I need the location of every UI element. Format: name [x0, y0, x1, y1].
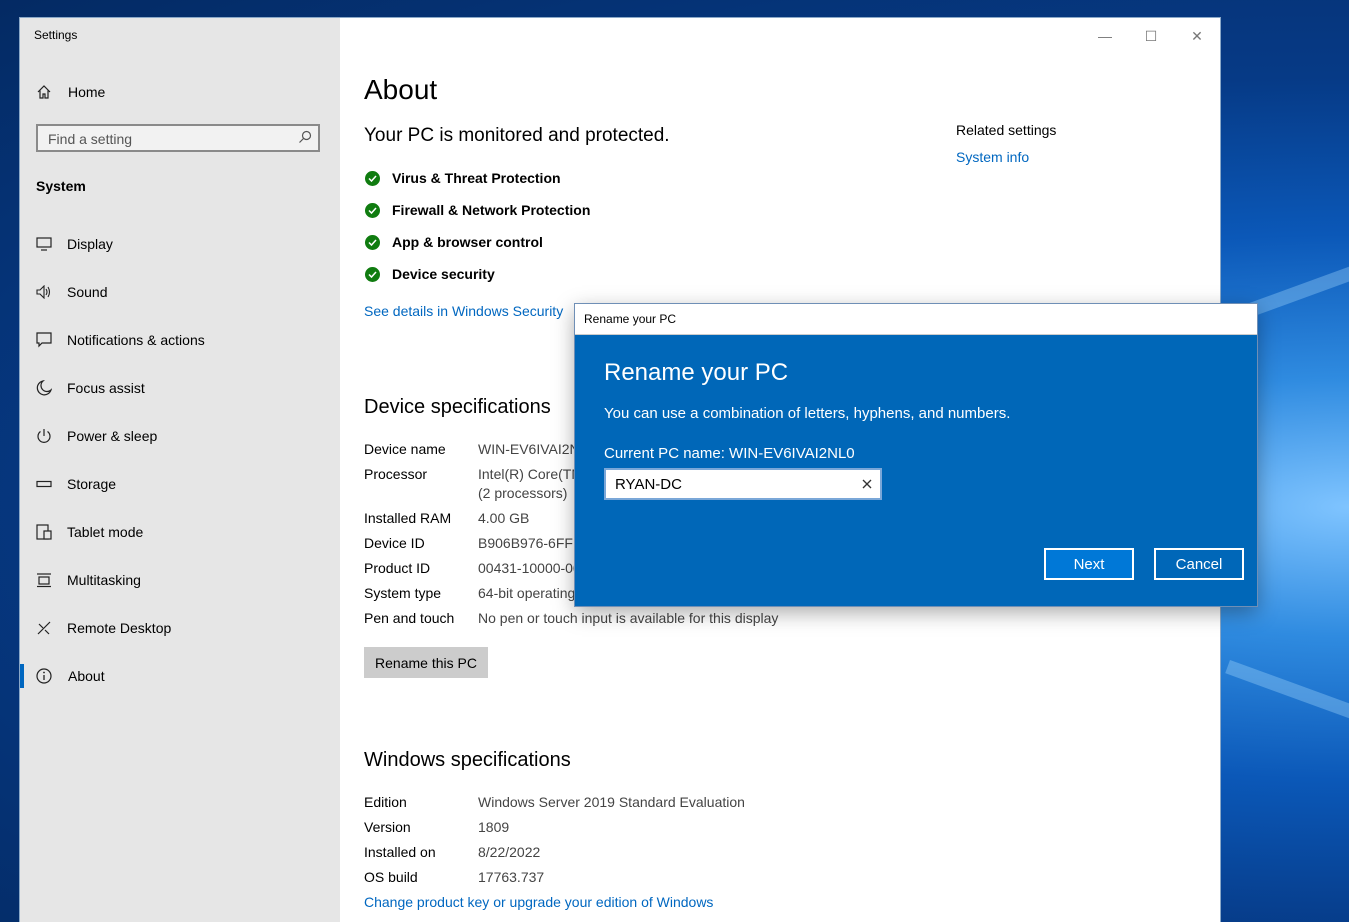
related-settings-title: Related settings [956, 122, 1057, 138]
spec-value: Windows Server 2019 Standard Evaluation [478, 794, 745, 810]
sidebar-item-label: Sound [67, 284, 108, 300]
device-specs-heading: Device specifications [364, 396, 551, 418]
display-icon [35, 235, 53, 253]
sidebar-item-remote-desktop[interactable]: Remote Desktop [20, 608, 340, 648]
sidebar-item-display[interactable]: Display [20, 224, 340, 264]
spec-value: WIN-EV6IVAI2N [478, 441, 580, 457]
sidebar-item-focus-assist[interactable]: Focus assist [20, 368, 340, 408]
section-label-system: System [36, 178, 86, 194]
spec-value: 4.00 GB [478, 510, 530, 526]
multitasking-icon [35, 571, 53, 589]
system-info-link[interactable]: System info [956, 149, 1029, 165]
dialog-body: Rename your PC You can use a combination… [575, 335, 1257, 606]
spec-key: System type [364, 585, 442, 601]
sidebar-item-label: Notifications & actions [67, 332, 205, 348]
current-pc-name: Current PC name: WIN-EV6IVAI2NL0 [604, 445, 855, 462]
sidebar-item-storage[interactable]: Storage [20, 464, 340, 504]
storage-icon [35, 475, 53, 493]
spec-key: OS build [364, 869, 418, 885]
spec-value: Intel(R) Core(TM [478, 466, 584, 482]
next-button[interactable]: Next [1044, 548, 1134, 580]
checkmark-icon [365, 234, 380, 250]
window-title: Settings [34, 28, 78, 42]
windows-specs-heading: Windows specifications [364, 749, 571, 771]
protection-item: Virus & Threat Protection [364, 168, 561, 188]
sidebar-item-multitasking[interactable]: Multitasking [20, 560, 340, 600]
sidebar-item-label: Storage [67, 476, 117, 492]
spec-key: Device name [364, 441, 446, 457]
spec-key: Version [364, 819, 411, 835]
sidebar-item-notifications[interactable]: Notifications & actions [20, 320, 340, 360]
spec-value-line2: (2 processors) [478, 485, 568, 501]
sidebar-item-about[interactable]: About [20, 656, 340, 696]
sidebar-item-label: Home [68, 84, 106, 100]
sidebar-item-label: Display [67, 236, 113, 252]
active-indicator [20, 664, 24, 688]
protection-heading: Your PC is monitored and protected. [364, 125, 670, 146]
spec-value: 8/22/2022 [478, 844, 541, 860]
sidebar-item-label: Power & sleep [67, 428, 158, 444]
spec-key: Processor [364, 466, 428, 482]
windows-security-link[interactable]: See details in Windows Security [364, 303, 563, 319]
sidebar: Settings Home System Display Sound Notif… [20, 18, 340, 922]
wallpaper-light-beam [1225, 660, 1349, 728]
change-product-key-link[interactable]: Change product key or upgrade your editi… [364, 894, 713, 910]
spec-value: 64-bit operating [478, 585, 576, 601]
protection-item-label: App & browser control [392, 234, 543, 250]
sidebar-item-tablet-mode[interactable]: Tablet mode [20, 512, 340, 552]
search-box[interactable] [36, 124, 320, 152]
spec-key: Product ID [364, 560, 431, 576]
spec-value: 00431-10000-00 [478, 560, 581, 576]
protection-item: Firewall & Network Protection [364, 200, 590, 220]
new-pc-name-input[interactable] [615, 475, 845, 493]
spec-key: Edition [364, 794, 407, 810]
spec-value: B906B976-6FF1- [478, 535, 586, 551]
sidebar-item-label: Focus assist [67, 380, 145, 396]
checkmark-icon [365, 170, 380, 186]
checkmark-icon [365, 266, 380, 282]
spec-value: No pen or touch input is available for t… [478, 610, 779, 626]
protection-item-label: Virus & Threat Protection [392, 170, 561, 186]
sidebar-item-label: Tablet mode [67, 524, 144, 540]
dialog-window-title: Rename your PC [584, 312, 677, 326]
sound-icon [35, 283, 53, 301]
spec-key: Pen and touch [364, 610, 455, 626]
search-icon[interactable] [298, 130, 312, 144]
notifications-icon [35, 331, 53, 349]
sidebar-item-label: Remote Desktop [67, 620, 172, 636]
info-icon [35, 667, 53, 685]
rename-pc-button[interactable]: Rename this PC [364, 647, 488, 678]
rename-pc-dialog: Rename your PC Rename your PC You can us… [575, 304, 1257, 606]
tablet-icon [35, 523, 53, 541]
protection-item-label: Device security [392, 266, 495, 282]
cancel-button[interactable]: Cancel [1154, 548, 1244, 580]
protection-item: App & browser control [364, 232, 543, 252]
sidebar-item-home[interactable]: Home [20, 78, 340, 106]
sidebar-item-label: About [68, 668, 105, 684]
focus-assist-icon [35, 379, 53, 397]
spec-key: Device ID [364, 535, 425, 551]
page-title: About [364, 74, 438, 105]
search-input[interactable] [46, 129, 290, 149]
spec-value: 17763.737 [478, 869, 545, 885]
spec-key: Installed RAM [364, 510, 452, 526]
sidebar-item-sound[interactable]: Sound [20, 272, 340, 312]
dialog-description: You can use a combination of letters, hy… [604, 405, 1011, 422]
clear-icon[interactable] [860, 477, 874, 491]
dialog-titlebar[interactable]: Rename your PC [575, 304, 1257, 335]
home-icon [35, 83, 53, 101]
new-pc-name-field[interactable] [604, 468, 882, 500]
remote-desktop-icon [35, 619, 53, 637]
checkmark-icon [365, 202, 380, 218]
protection-item: Device security [364, 264, 495, 284]
power-icon [35, 427, 53, 445]
sidebar-item-power-sleep[interactable]: Power & sleep [20, 416, 340, 456]
spec-key: Installed on [364, 844, 436, 860]
sidebar-item-label: Multitasking [67, 572, 141, 588]
dialog-title: Rename your PC [604, 359, 789, 386]
protection-item-label: Firewall & Network Protection [392, 202, 591, 218]
spec-value: 1809 [478, 819, 510, 835]
